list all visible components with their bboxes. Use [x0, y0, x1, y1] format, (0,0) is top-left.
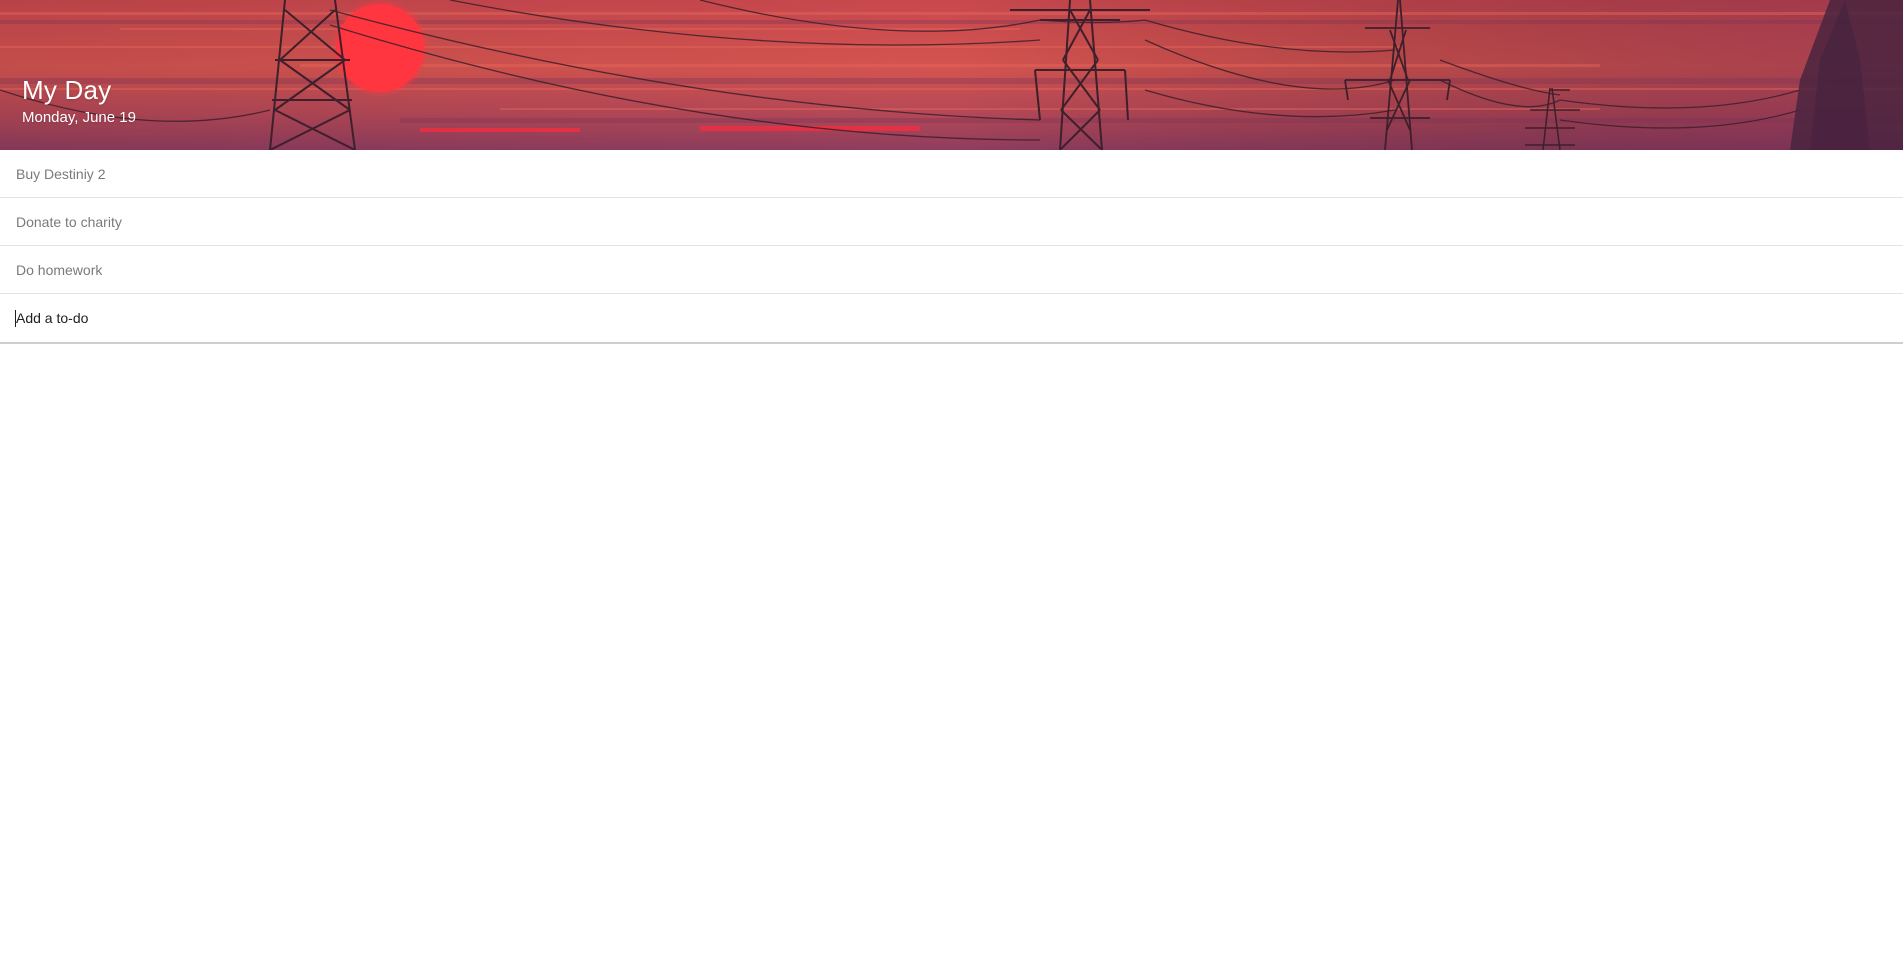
todo-item[interactable]: Buy Destiniy 2	[0, 150, 1903, 198]
app-root: My Day Monday, June 19 Buy Destiniy 2 Do…	[0, 0, 1903, 957]
page-title: My Day	[22, 75, 112, 105]
todo-item-label: Buy Destiniy 2	[16, 165, 106, 182]
add-todo-input[interactable]	[16, 310, 1876, 326]
my-day-banner: My Day Monday, June 19	[0, 0, 1903, 150]
todo-item[interactable]: Donate to charity	[0, 198, 1903, 246]
sunset-powerlines-background	[0, 0, 1903, 150]
todo-item-label: Donate to charity	[16, 213, 122, 230]
add-todo-row	[0, 294, 1903, 344]
todo-item-label: Do homework	[16, 261, 103, 278]
todo-item[interactable]: Do homework	[0, 246, 1903, 294]
todo-list: Buy Destiniy 2 Donate to charity Do home…	[0, 150, 1903, 294]
banner-text: My Day Monday, June 19	[22, 74, 136, 128]
current-date: Monday, June 19	[22, 109, 136, 126]
